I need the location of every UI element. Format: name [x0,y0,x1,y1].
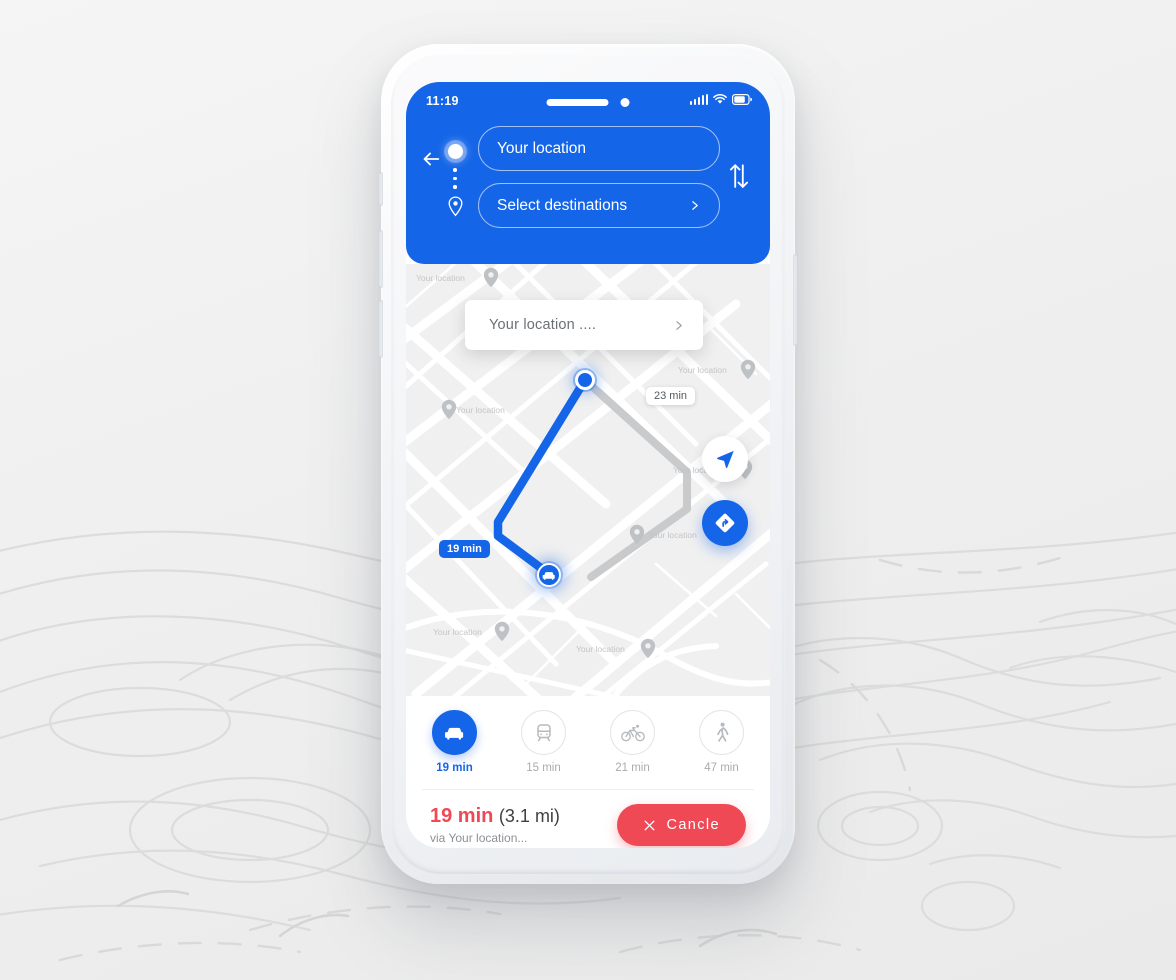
destination-input[interactable]: Select destinations [478,183,720,228]
volume-down-button[interactable] [378,300,383,358]
cancel-button[interactable]: Cancle [617,804,746,846]
start-navigation-button[interactable] [702,500,748,546]
status-icons [689,94,752,105]
car-marker-icon[interactable] [537,563,561,587]
transport-mode-car[interactable]: 19 min [432,710,477,774]
cellular-signal-icon [689,94,708,105]
map-pin-icon[interactable] [640,638,656,659]
transport-mode-bicycle[interactable]: 21 min [610,710,655,774]
back-arrow-icon[interactable] [420,148,442,170]
phone-screen: 11:19 Your location Select destinations … [406,82,770,848]
map-pin-icon[interactable] [629,524,645,545]
transport-mode-time: 15 min [526,762,561,774]
route-options-sheet: 19 min 15 min 21 min 47 min 19 min (3.1 … [406,696,770,848]
wifi-icon [713,94,727,104]
map-pin-label: Your location [456,405,505,415]
map-pin-icon[interactable] [494,621,510,642]
power-button[interactable] [793,254,798,346]
map-pin-label: Your location [433,627,482,637]
status-bar: 11:19 [406,82,770,120]
cancel-button-label: Cancle [666,817,720,833]
destination-dot-marker[interactable] [575,370,595,390]
bicycle-icon [610,710,655,755]
swap-vertical-icon[interactable] [726,162,752,190]
navigate-diamond-icon [715,513,735,533]
destination-pin-icon [448,195,462,216]
transport-mode-transit[interactable]: 15 min [521,710,566,774]
origin-input[interactable]: Your location [478,126,720,171]
transport-mode-walk[interactable]: 47 min [699,710,744,774]
origin-input-value: Your location [497,139,587,157]
speaker-slot-icon [546,99,609,106]
car-icon [432,710,477,755]
route-eta-time: 19 min [430,805,494,827]
route-endpoints-indicator [442,126,468,217]
route-eta: 19 min (3.1 mi) [430,805,560,828]
route-summary: 19 min (3.1 mi) via Your location... Can… [428,790,748,846]
battery-icon [732,94,752,105]
walk-icon [699,710,744,755]
map-pin-label: Your location [416,273,465,283]
locate-me-button[interactable] [702,436,748,482]
location-callout-card[interactable]: Your location .... [454,300,703,350]
transport-mode-time: 47 min [704,762,739,774]
transport-mode-time: 21 min [615,762,650,774]
route-search-header: 11:19 Your location Select destinations [406,82,770,264]
route-fields: Your location Select destinations [406,120,770,228]
route-inputs: Your location Select destinations [468,126,720,228]
transport-modes: 19 min 15 min 21 min 47 min [428,710,748,774]
map-view[interactable]: Your location Your location Your locatio… [406,264,770,696]
map-pin-label: Your location [648,530,697,540]
notch-group [546,98,630,107]
route-distance: (3.1 mi) [498,806,560,826]
status-time: 11:19 [426,94,459,108]
route-dots-connector [453,168,457,189]
volume-up-button[interactable] [378,230,383,288]
phone-device: 11:19 Your location Select destinations … [378,44,798,884]
chevron-right-icon [692,201,698,210]
map-pin-icon[interactable] [483,267,499,288]
alt-route-time-badge[interactable]: 23 min [646,387,696,405]
map-pin-label: Your location [678,365,727,375]
close-x-icon [644,820,655,830]
primary-route-time-badge[interactable]: 19 min [439,540,490,558]
transit-icon [521,710,566,755]
location-card-text: Your location .... [489,317,597,333]
map-pin-icon[interactable] [740,359,756,380]
locate-arrow-icon [717,450,734,468]
chevron-right-icon [676,320,682,330]
front-camera-icon [620,98,630,107]
route-via: via Your location... [430,831,528,845]
transport-mode-time: 19 min [436,762,473,774]
map-pin-icon[interactable] [441,399,457,420]
route-summary-text: 19 min (3.1 mi) via Your location... [430,805,560,845]
mute-switch-button[interactable] [378,172,383,206]
origin-dot-icon [447,144,463,159]
map-pin-label: Your location [576,644,625,654]
destination-input-value: Select destinations [497,196,628,214]
